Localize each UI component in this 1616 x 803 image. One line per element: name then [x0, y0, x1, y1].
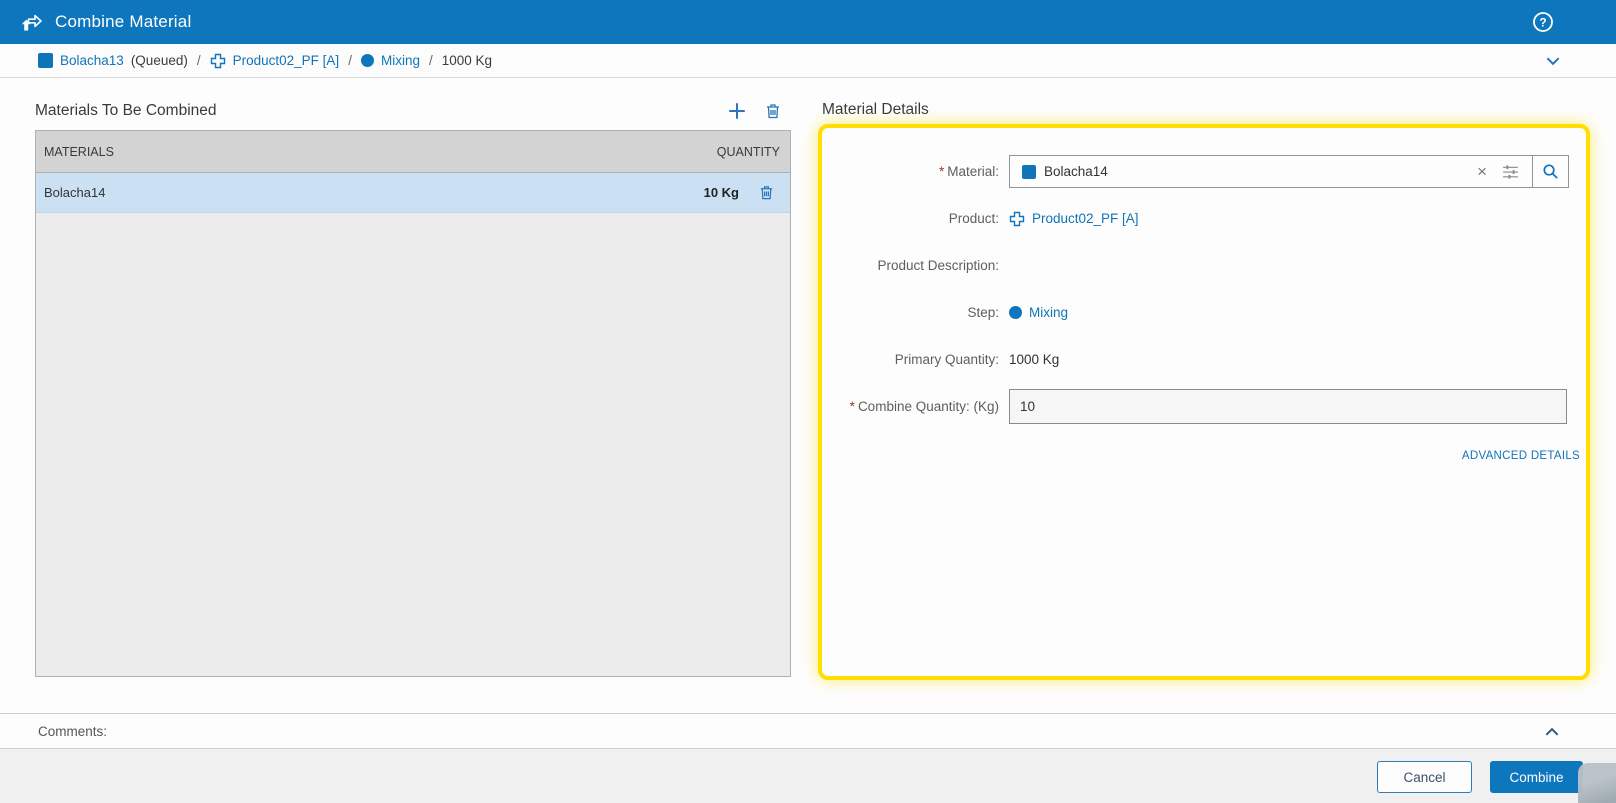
- step-field-label: Step:: [967, 305, 999, 320]
- advanced-details-link[interactable]: ADVANCED DETAILS: [1462, 450, 1580, 462]
- material-square-icon: [38, 53, 53, 68]
- materials-to-combine-panel: Materials To Be Combined MATERIALS QUANT…: [35, 96, 791, 677]
- combine-material-page: Combine Material ? Bolacha13 (Queued) / …: [0, 0, 1616, 803]
- product-link[interactable]: Product02_PF [A]: [1032, 211, 1139, 226]
- column-header-quantity: QUANTITY: [716, 144, 780, 159]
- primary-quantity-field-row: Primary Quantity: 1000 Kg: [822, 336, 1586, 383]
- breadcrumb-quantity: 1000 Kg: [441, 53, 493, 68]
- chevron-up-icon[interactable]: [1541, 723, 1563, 741]
- breadcrumb-product-link[interactable]: Product02_PF [A]: [233, 53, 340, 68]
- product-description-field-row: Product Description:: [822, 242, 1586, 289]
- material-picker-value: Bolacha14: [1044, 164, 1108, 179]
- materials-table-header: MATERIALS QUANTITY: [36, 131, 790, 173]
- material-details-panel: * Material: Bolacha14 × Product: Product…: [818, 124, 1590, 680]
- delete-materials-button[interactable]: [763, 101, 783, 121]
- combine-button[interactable]: Combine: [1490, 761, 1583, 793]
- material-field-row: * Material: Bolacha14 ×: [822, 148, 1586, 195]
- cancel-button[interactable]: Cancel: [1377, 761, 1472, 793]
- column-header-materials: MATERIALS: [44, 144, 114, 159]
- step-circle-icon: [1009, 306, 1022, 319]
- footer-bar: Cancel Combine: [0, 749, 1616, 803]
- product-description-label: Product Description:: [877, 258, 999, 273]
- combine-quantity-label: * Combine Quantity: (Kg): [849, 399, 999, 414]
- delete-row-button[interactable]: [757, 184, 775, 202]
- table-row[interactable]: Bolacha14 10 Kg: [36, 173, 790, 213]
- help-icon[interactable]: ?: [1532, 11, 1554, 33]
- search-icon[interactable]: [1532, 156, 1568, 187]
- product-icon: [210, 53, 226, 69]
- add-material-button[interactable]: [727, 101, 747, 121]
- combine-quantity-input[interactable]: [1009, 389, 1567, 424]
- step-field-row: Step: Mixing: [822, 289, 1586, 336]
- primary-quantity-label: Primary Quantity:: [894, 352, 999, 367]
- material-square-icon: [1022, 164, 1036, 179]
- chevron-down-icon[interactable]: [1542, 52, 1564, 70]
- row-material-name: Bolacha14: [44, 185, 106, 200]
- product-field-row: Product: Product02_PF [A]: [822, 195, 1586, 242]
- materials-panel-title: Materials To Be Combined: [35, 102, 217, 119]
- breadcrumb-material-status: (Queued): [130, 53, 188, 68]
- product-icon: [1009, 211, 1025, 227]
- product-field-label: Product:: [948, 211, 999, 226]
- step-circle-icon: [360, 54, 374, 67]
- breadcrumb-separator: /: [348, 53, 352, 68]
- material-field-label: * Material:: [938, 164, 999, 179]
- breadcrumb: Bolacha13 (Queued) / Product02_PF [A] / …: [0, 44, 1616, 78]
- combine-material-icon: [20, 10, 44, 34]
- title-bar: Combine Material ?: [0, 0, 1616, 44]
- comments-bar: Comments:: [0, 713, 1616, 749]
- materials-table: MATERIALS QUANTITY Bolacha14 10 Kg: [35, 130, 791, 677]
- primary-quantity-value: 1000 Kg: [1009, 352, 1060, 367]
- breadcrumb-separator: /: [428, 53, 433, 68]
- material-picker-input[interactable]: Bolacha14 ×: [1009, 155, 1569, 188]
- required-marker: *: [938, 164, 945, 179]
- combine-quantity-field-row: * Combine Quantity: (Kg): [822, 383, 1586, 430]
- page-title: Combine Material: [55, 12, 192, 31]
- svg-text:?: ?: [1539, 16, 1546, 30]
- step-link[interactable]: Mixing: [1029, 305, 1068, 320]
- breadcrumb-step-link[interactable]: Mixing: [381, 53, 420, 68]
- comments-label: Comments:: [38, 723, 108, 739]
- clear-icon[interactable]: ×: [1477, 163, 1487, 180]
- breadcrumb-separator: /: [196, 53, 201, 68]
- material-details-title: Material Details: [822, 101, 929, 118]
- materials-table-empty-area: [36, 213, 790, 676]
- filter-sliders-icon[interactable]: [1501, 162, 1520, 181]
- cursor-overlay: [1578, 763, 1616, 803]
- required-marker: *: [849, 399, 855, 414]
- row-quantity: 10 Kg: [703, 185, 739, 200]
- breadcrumb-material-link[interactable]: Bolacha13: [60, 53, 124, 68]
